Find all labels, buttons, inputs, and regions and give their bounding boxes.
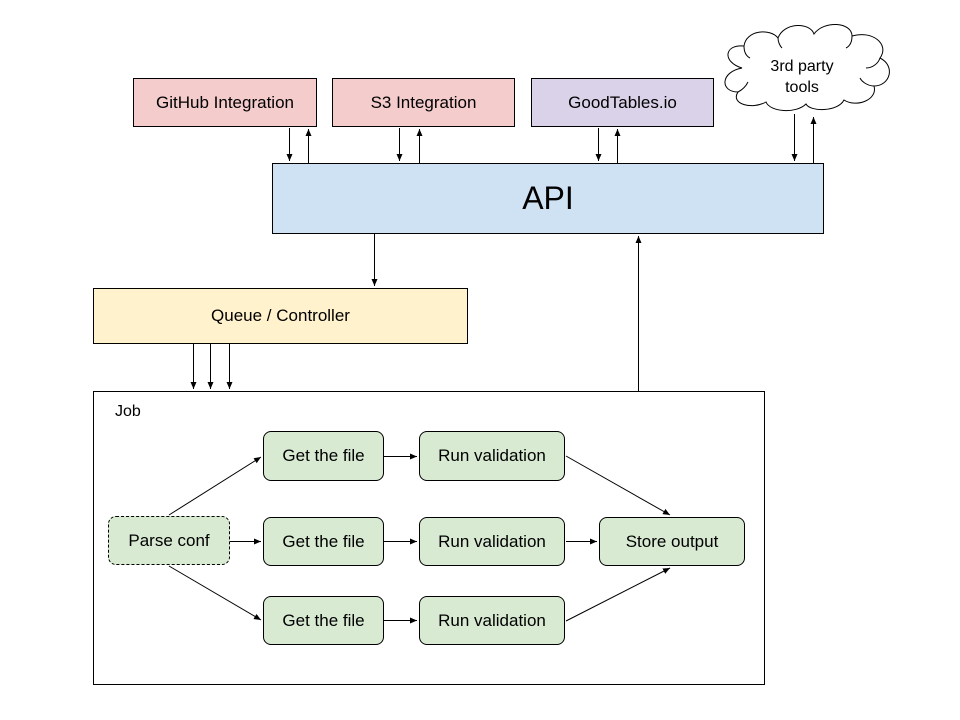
run-validation-label: Run validation [438,610,546,630]
run-validation-label: Run validation [438,531,546,551]
queue-controller-box[interactable]: Queue / Controller [93,288,468,344]
get-file-label: Get the file [282,446,365,465]
run-validation-box-1[interactable]: Run validation [419,431,565,481]
store-output-label: Store output [625,531,719,551]
third-party-label: 3rd party tools [740,56,864,98]
parse-conf-box[interactable]: Parse conf [108,516,230,565]
queue-controller-label: Queue / Controller [211,306,350,325]
get-file-label: Get the file [282,610,365,630]
get-file-box-1[interactable]: Get the file [263,431,384,481]
store-output-box[interactable]: Store output [599,517,745,566]
api-label: API [522,180,574,216]
run-validation-box-3[interactable]: Run validation [419,596,565,645]
run-validation-box-2[interactable]: Run validation [419,517,565,566]
third-party-line1: 3rd party [770,58,834,75]
get-file-box-3[interactable]: Get the file [263,596,384,645]
third-party-line2: tools [785,79,819,96]
run-validation-label: Run validation [438,446,546,465]
api-box[interactable]: API [272,163,824,234]
get-file-box-2[interactable]: Get the file [263,517,384,566]
get-file-label: Get the file [282,531,365,551]
parse-conf-label: Parse conf [128,530,210,550]
